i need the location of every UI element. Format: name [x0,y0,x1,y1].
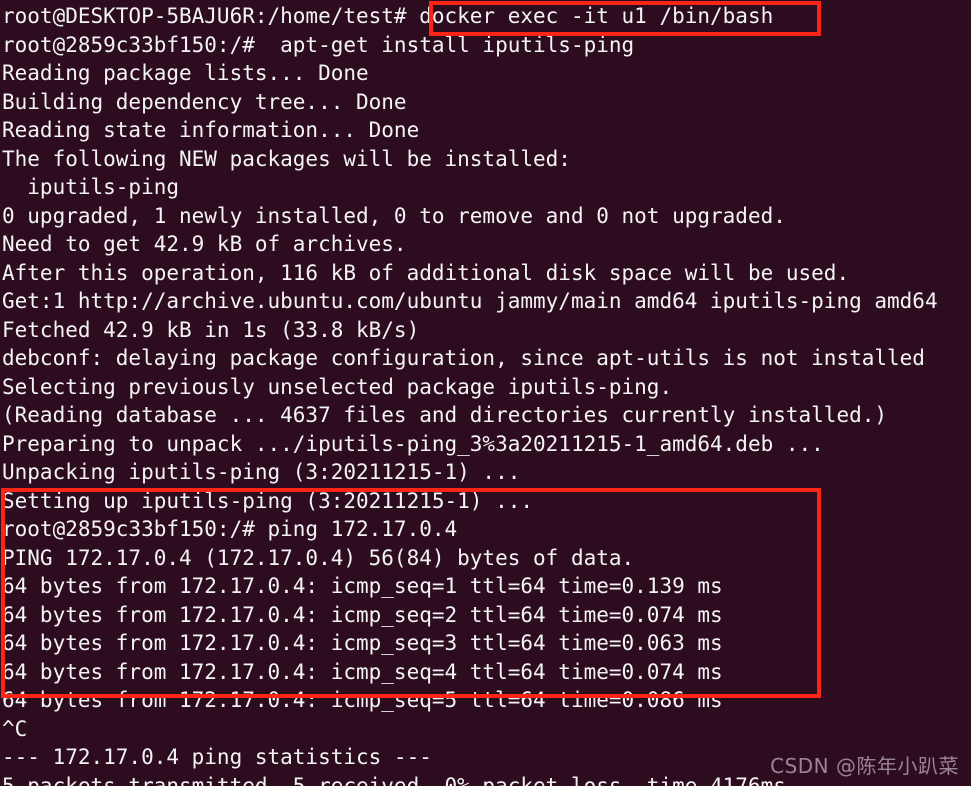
terminal-window[interactable]: root@DESKTOP-5BAJU6R:/home/test# docker … [0,0,971,786]
terminal-line: root@2859c33bf150:/# apt-get install ipu… [2,32,635,57]
terminal-line: (Reading database ... 4637 files and dir… [2,403,888,427]
terminal-line: Fetched 42.9 kB in 1s (33.8 kB/s) [2,317,420,342]
terminal-line: iputils-ping [2,175,180,199]
terminal-line: Reading package lists... Done [2,61,369,85]
terminal-line: 64 bytes from 172.17.0.4: icmp_seq=2 ttl… [2,602,723,627]
terminal-line: 0 upgraded, 1 newly installed, 0 to remo… [2,203,786,228]
terminal-line: ^C [2,716,28,741]
terminal-line: Get:1 http://archive.ubuntu.com/ubuntu j… [2,289,938,313]
terminal-line: 64 bytes from 172.17.0.4: icmp_seq=1 ttl… [2,574,723,598]
terminal-output: root@DESKTOP-5BAJU6R:/home/test# docker … [0,2,971,786]
terminal-line: Reading state information... Done [2,118,420,142]
terminal-line: After this operation, 116 kB of addition… [2,260,850,285]
terminal-line: 64 bytes from 172.17.0.4: icmp_seq=4 ttl… [2,659,723,684]
csdn-watermark: CSDN @陈年小趴菜 [770,753,959,778]
terminal-line: Selecting previously unselected package … [2,374,673,399]
terminal-line: Building dependency tree... Done [2,89,407,114]
terminal-line: 64 bytes from 172.17.0.4: icmp_seq=3 ttl… [2,631,723,655]
terminal-line: 64 bytes from 172.17.0.4: icmp_seq=5 ttl… [2,688,723,712]
terminal-line: Preparing to unpack .../iputils-ping_3%3… [2,431,824,456]
terminal-line: root@DESKTOP-5BAJU6R:/home/test# docker … [2,4,774,28]
terminal-line: Need to get 42.9 kB of archives. [2,232,407,256]
terminal-line: Unpacking iputils-ping (3:20211215-1) ..… [2,460,521,484]
terminal-line: PING 172.17.0.4 (172.17.0.4) 56(84) byte… [2,545,635,570]
terminal-line: Setting up iputils-ping (3:20211215-1) .… [2,488,534,513]
terminal-line: root@2859c33bf150:/# ping 172.17.0.4 [2,517,458,541]
terminal-line: The following NEW packages will be insta… [2,146,571,171]
terminal-line: debconf: delaying package configuration,… [2,346,925,370]
